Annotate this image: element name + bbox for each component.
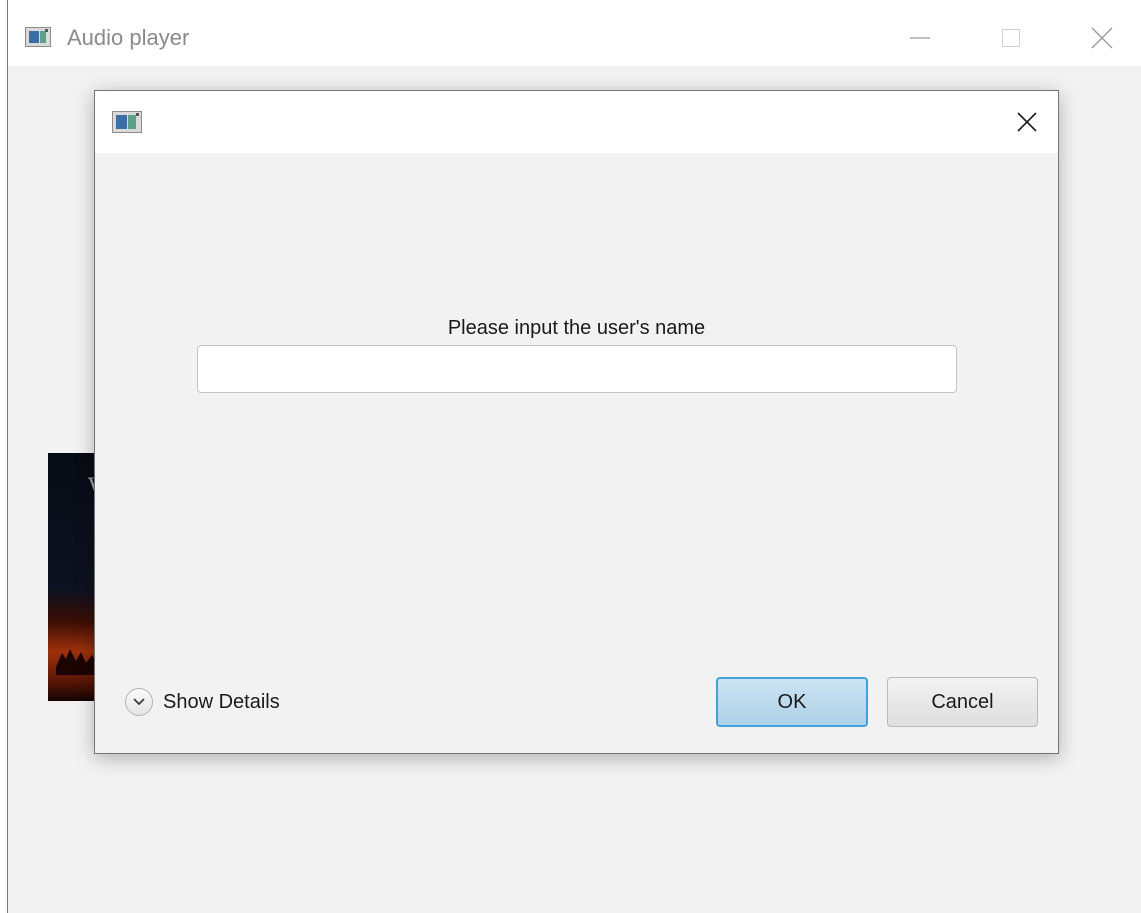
show-details-toggle[interactable]: Show Details xyxy=(125,685,280,719)
maximize-icon xyxy=(1002,29,1020,47)
minimize-button[interactable] xyxy=(900,22,940,54)
details-expand-button[interactable] xyxy=(125,688,153,716)
dialog-close-button[interactable] xyxy=(1012,108,1042,136)
close-icon xyxy=(1091,27,1113,49)
maximize-button[interactable] xyxy=(991,22,1031,54)
ok-button[interactable]: OK xyxy=(716,677,868,727)
prompt-label: Please input the user's name xyxy=(447,317,706,339)
input-dialog: Please input the user's name Show Detail… xyxy=(94,90,1059,754)
chevron-down-icon xyxy=(133,698,145,706)
show-details-label: Show Details xyxy=(163,690,280,713)
minimize-icon xyxy=(910,37,930,39)
app-icon xyxy=(25,27,51,47)
cancel-button[interactable]: Cancel xyxy=(887,677,1038,727)
app-icon xyxy=(112,111,142,133)
window-titlebar[interactable]: Audio player xyxy=(8,0,1141,66)
user-name-input[interactable] xyxy=(197,345,957,393)
close-icon xyxy=(1017,112,1037,132)
window-close-button[interactable] xyxy=(1082,22,1122,54)
window-title: Audio player xyxy=(67,25,190,50)
dialog-titlebar[interactable] xyxy=(95,91,1058,153)
